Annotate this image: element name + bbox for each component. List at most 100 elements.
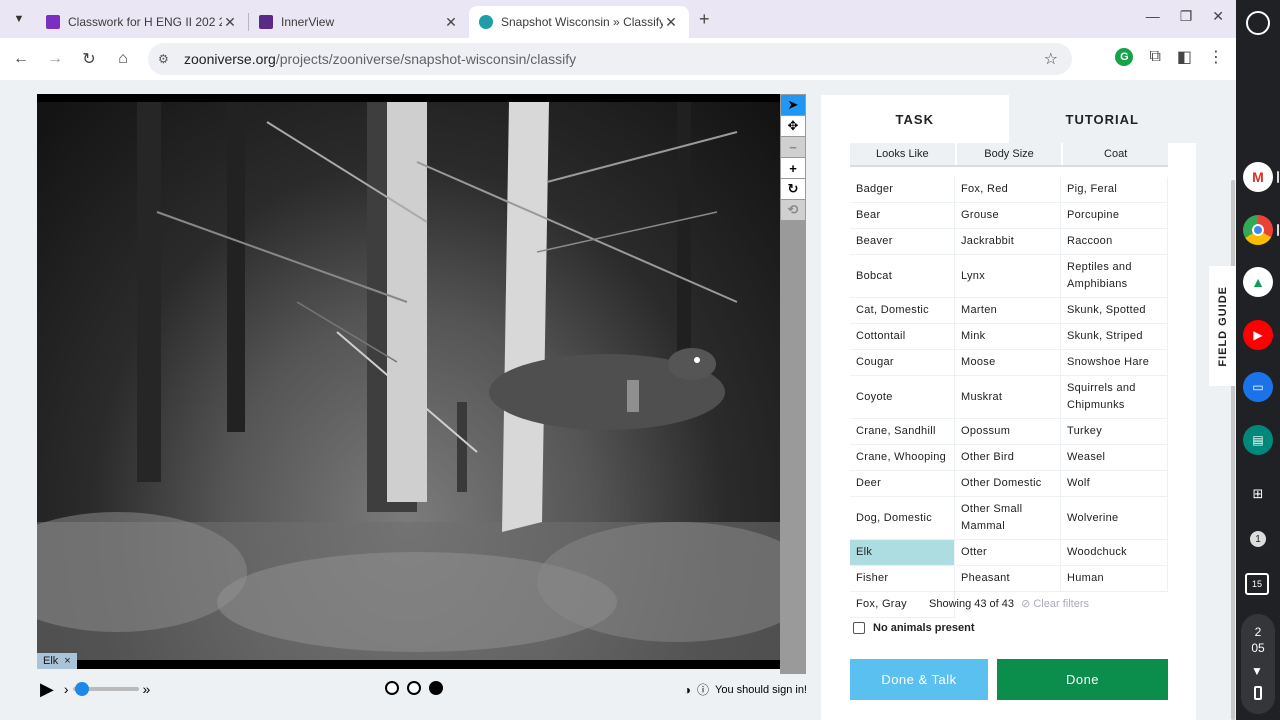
- kebab-menu-icon[interactable]: ⋮: [1208, 47, 1224, 67]
- classroom-app-icon[interactable]: ▤: [1243, 425, 1273, 455]
- species-choice[interactable]: Turkey: [1061, 419, 1168, 445]
- species-choice[interactable]: Other Small Mammal: [955, 497, 1061, 540]
- species-choice[interactable]: Porcupine: [1061, 203, 1168, 229]
- google-drive-icon[interactable]: ▲: [1243, 267, 1273, 297]
- close-tab-icon[interactable]: ✕: [222, 14, 238, 31]
- species-choice[interactable]: Fisher: [850, 566, 955, 592]
- annotate-pointer-icon[interactable]: ➤: [781, 95, 805, 115]
- species-choice[interactable]: Cougar: [850, 350, 955, 376]
- species-choice[interactable]: Marten: [955, 298, 1061, 324]
- close-tab-icon[interactable]: ✕: [663, 14, 679, 31]
- clear-filters-link[interactable]: ⊘ Clear filters: [1021, 598, 1089, 610]
- page-scrollbar[interactable]: [1231, 180, 1235, 720]
- species-choice[interactable]: Mink: [955, 324, 1061, 350]
- files-icon[interactable]: ▭: [1243, 372, 1273, 402]
- status-tray[interactable]: 2 05 ▼: [1241, 614, 1275, 714]
- done-button[interactable]: Done: [997, 659, 1168, 700]
- side-panel-icon[interactable]: ◧: [1177, 47, 1192, 67]
- species-choice[interactable]: Wolverine: [1061, 497, 1168, 540]
- filter-body-size[interactable]: Body Size: [956, 143, 1064, 165]
- species-choice[interactable]: Lynx: [955, 255, 1061, 298]
- species-choice[interactable]: Deer: [850, 471, 955, 497]
- species-choice[interactable]: Skunk, Spotted: [1061, 298, 1168, 324]
- species-choice[interactable]: Pheasant: [955, 566, 1061, 592]
- extensions-puzzle-icon[interactable]: ⧉: [1149, 48, 1160, 66]
- chrome-icon[interactable]: [1243, 215, 1273, 245]
- species-choice[interactable]: Squirrels and Chipmunks: [1061, 376, 1168, 419]
- species-choice[interactable]: Coyote: [850, 376, 955, 419]
- info-icon[interactable]: ⓘ: [697, 681, 709, 698]
- minimize-icon[interactable]: —: [1146, 8, 1160, 25]
- species-choice[interactable]: Crane, Sandhill: [850, 419, 955, 445]
- species-choice[interactable]: Grouse: [955, 203, 1061, 229]
- species-choice[interactable]: Dog, Domestic: [850, 497, 955, 540]
- screen-capture-icon[interactable]: ⊞: [1246, 482, 1270, 506]
- no-animals-checkbox-row[interactable]: No animals present: [853, 622, 974, 634]
- species-choice[interactable]: Snowshoe Hare: [1061, 350, 1168, 376]
- species-choice[interactable]: Elk: [850, 540, 955, 566]
- browser-tab-snapshot-wisconsin[interactable]: Snapshot Wisconsin » Classify ✕: [469, 6, 689, 38]
- species-choice[interactable]: Raccoon: [1061, 229, 1168, 255]
- calendar-icon[interactable]: 15: [1245, 573, 1269, 595]
- filter-coat[interactable]: Coat: [1063, 143, 1169, 165]
- species-choice[interactable]: Skunk, Striped: [1061, 324, 1168, 350]
- subject-viewer[interactable]: Elk ×: [37, 94, 780, 669]
- tab-search-icon[interactable]: ▼: [8, 8, 30, 30]
- species-choice[interactable]: Badger: [850, 177, 955, 203]
- species-choice[interactable]: Moose: [955, 350, 1061, 376]
- species-choice[interactable]: Bobcat: [850, 255, 955, 298]
- gmail-icon[interactable]: M: [1243, 162, 1273, 192]
- rotate-icon[interactable]: ↻: [781, 179, 805, 199]
- species-choice[interactable]: Bear: [850, 203, 955, 229]
- species-choice[interactable]: Fox, Red: [955, 177, 1061, 203]
- back-arrow-icon[interactable]: ←: [4, 50, 38, 68]
- step-forward-icon[interactable]: ›: [64, 681, 69, 697]
- tab-task[interactable]: TASK: [821, 95, 1009, 143]
- move-arrows-icon[interactable]: ✥: [781, 116, 805, 136]
- playback-speed-slider[interactable]: [72, 682, 139, 696]
- species-choice[interactable]: Cottontail: [850, 324, 955, 350]
- invert-colors-icon[interactable]: ◑: [684, 683, 691, 697]
- species-choice[interactable]: Weasel: [1061, 445, 1168, 471]
- tab-tutorial[interactable]: TUTORIAL: [1008, 95, 1196, 143]
- no-animals-checkbox[interactable]: [853, 622, 865, 634]
- tag-remove-icon[interactable]: ×: [64, 655, 70, 667]
- reload-icon[interactable]: ↻: [72, 49, 106, 69]
- forward-arrow-icon[interactable]: →: [38, 50, 72, 68]
- species-choice[interactable]: Human: [1061, 566, 1168, 592]
- species-choice[interactable]: Cat, Domestic: [850, 298, 955, 324]
- new-tab-button[interactable]: +: [699, 9, 710, 30]
- site-settings-icon[interactable]: ⚙: [158, 52, 174, 66]
- browser-tab-classwork[interactable]: Classwork for H ENG II 202 25 ✕: [36, 6, 248, 38]
- done-and-talk-button[interactable]: Done & Talk: [850, 659, 988, 700]
- filter-looks-like[interactable]: Looks Like: [850, 143, 957, 165]
- frame-dot-2[interactable]: [407, 681, 421, 695]
- species-choice[interactable]: Pig, Feral: [1061, 177, 1168, 203]
- restore-icon[interactable]: ❐: [1180, 8, 1193, 25]
- species-choice[interactable]: Opossum: [955, 419, 1061, 445]
- home-icon[interactable]: ⌂: [106, 50, 140, 68]
- species-choice[interactable]: Beaver: [850, 229, 955, 255]
- reset-view-icon[interactable]: ⟲: [781, 200, 805, 220]
- frame-dot-3[interactable]: [429, 681, 443, 695]
- species-choice[interactable]: Other Domestic: [955, 471, 1061, 497]
- species-choice[interactable]: Wolf: [1061, 471, 1168, 497]
- notification-badge-icon[interactable]: 1: [1246, 527, 1270, 551]
- close-window-icon[interactable]: ✕: [1212, 8, 1224, 25]
- fast-forward-icon[interactable]: »: [143, 681, 151, 697]
- species-choice[interactable]: Woodchuck: [1061, 540, 1168, 566]
- species-choice[interactable]: Reptiles and Amphibians: [1061, 255, 1168, 298]
- play-icon[interactable]: ▶: [40, 679, 54, 700]
- address-bar[interactable]: ⚙ zooniverse.org/projects/zooniverse/sna…: [148, 43, 1072, 75]
- browser-tab-innerview[interactable]: InnerView ✕: [249, 6, 469, 38]
- zoom-in-icon[interactable]: +: [781, 158, 805, 178]
- frame-dot-1[interactable]: [385, 681, 399, 695]
- species-choice[interactable]: Otter: [955, 540, 1061, 566]
- close-tab-icon[interactable]: ✕: [443, 14, 459, 31]
- grammarly-extension-icon[interactable]: G: [1115, 48, 1134, 66]
- slider-knob[interactable]: [74, 682, 89, 696]
- bookmark-star-icon[interactable]: ☆: [1044, 49, 1058, 69]
- marked-species-tag[interactable]: Elk ×: [37, 653, 77, 669]
- launcher-icon[interactable]: [1246, 11, 1270, 35]
- zoom-out-icon[interactable]: −: [781, 137, 805, 157]
